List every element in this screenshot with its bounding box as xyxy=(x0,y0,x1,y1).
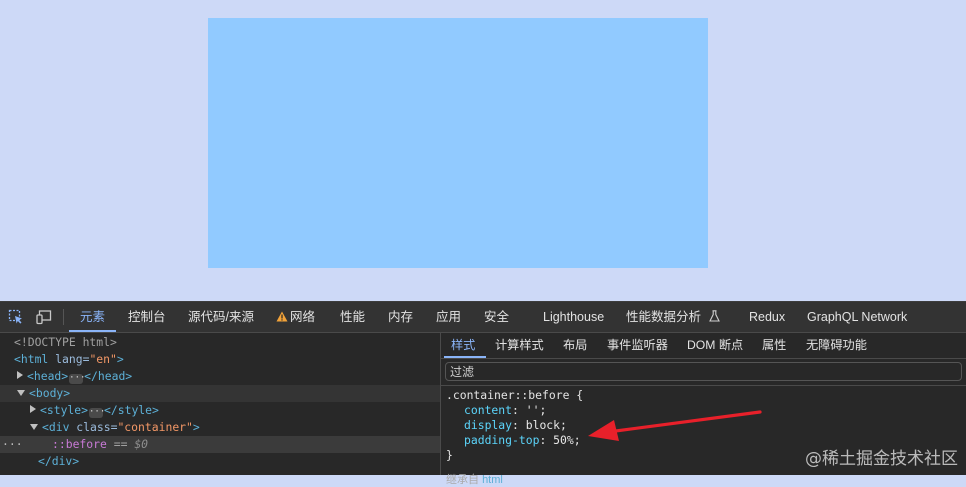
devtools-tabbar: 元素 控制台 源代码/来源 网络 性能 内存 应用 安全 Lighthouse … xyxy=(0,302,966,333)
tab-lighthouse[interactable]: Lighthouse xyxy=(543,302,604,332)
tab-elements[interactable]: 元素 xyxy=(80,302,105,332)
inherited-tag[interactable]: html xyxy=(482,474,503,486)
pseudo-element: ::before xyxy=(52,437,107,451)
filter-input[interactable] xyxy=(446,363,961,380)
watermark-text: @稀土掘金技术社区 xyxy=(805,449,958,469)
tab-security[interactable]: 安全 xyxy=(484,302,509,332)
expand-triangle-icon[interactable] xyxy=(30,405,36,413)
dom-node-style[interactable]: <style>···</style> xyxy=(0,402,440,419)
tab-performance-insights[interactable]: 性能数据分析 xyxy=(626,302,720,332)
subtab-event-listeners[interactable]: 事件监听器 xyxy=(607,333,668,358)
tab-redux[interactable]: Redux xyxy=(749,302,785,332)
styles-filter xyxy=(445,362,962,381)
tab-application[interactable]: 应用 xyxy=(436,302,461,332)
collapsed-ellipsis-icon[interactable]: ··· xyxy=(69,374,85,384)
tab-memory[interactable]: 内存 xyxy=(388,302,413,332)
css-declaration-display[interactable]: display: block; xyxy=(464,418,567,433)
html-tag-bracket: > xyxy=(116,352,124,366)
div-attr-name: class= xyxy=(69,420,118,434)
rule-separator xyxy=(441,385,966,386)
subtab-layout[interactable]: 布局 xyxy=(563,333,587,358)
subtab-styles[interactable]: 样式 xyxy=(451,333,475,358)
css-prop-display: display xyxy=(464,418,513,432)
subtab-dom-breakpoints[interactable]: DOM 断点 xyxy=(687,333,743,358)
dom-node-before-selected[interactable]: ··· ::before == $0 xyxy=(0,436,440,453)
css-declaration-padding-top[interactable]: padding-top: 50%; xyxy=(464,433,581,448)
body-tag-open: <body> xyxy=(29,386,71,400)
styles-subtabs: 样式 计算样式 布局 事件监听器 DOM 断点 属性 无障碍功能 xyxy=(441,333,966,359)
head-tag-open: <head> xyxy=(27,369,69,383)
active-subtab-indicator xyxy=(444,356,486,358)
doctype-text: <!DOCTYPE html> xyxy=(14,335,117,349)
tab-graphql-network[interactable]: GraphQL Network xyxy=(807,302,907,332)
dom-node-html[interactable]: <html lang="en"> xyxy=(0,351,440,368)
subtab-accessibility[interactable]: 无障碍功能 xyxy=(806,333,867,358)
css-val-display: block; xyxy=(525,418,567,432)
div-tag-open: <div xyxy=(42,420,70,434)
tab-network[interactable]: 网络 xyxy=(276,302,315,332)
dom-node-head[interactable]: <head>···</head> xyxy=(0,368,440,385)
inherited-label: 继承自 xyxy=(446,474,479,486)
flask-icon xyxy=(708,310,720,322)
selected-ref: $0 xyxy=(134,437,149,451)
selected-equals: == xyxy=(106,437,135,451)
css-declaration-content[interactable]: content: ''; xyxy=(464,403,546,418)
style-tag-open: <style> xyxy=(40,403,89,417)
css-prop-padding-top: padding-top xyxy=(464,433,540,447)
head-tag-close: </head> xyxy=(84,369,133,383)
html-attr-value: "en" xyxy=(89,352,117,366)
style-tag-close: </style> xyxy=(104,403,159,417)
tab-console[interactable]: 控制台 xyxy=(128,302,166,332)
tab-network-label: 网络 xyxy=(290,310,316,324)
css-rule-close: } xyxy=(446,448,453,462)
dom-node-body[interactable]: <body> xyxy=(0,385,440,402)
toolbar-separator xyxy=(63,309,64,325)
container-box xyxy=(208,18,708,268)
expand-triangle-icon[interactable] xyxy=(17,371,23,379)
dom-node-doctype[interactable]: <!DOCTYPE html> xyxy=(0,334,440,351)
inherited-from: 继承自 html xyxy=(446,471,503,487)
div-attr-value: "container" xyxy=(117,420,193,434)
page-viewport xyxy=(0,0,966,301)
tab-sources[interactable]: 源代码/来源 xyxy=(188,302,254,332)
html-attr-name: lang= xyxy=(48,352,90,366)
subtab-computed[interactable]: 计算样式 xyxy=(495,333,544,358)
css-selector[interactable]: .container::before { xyxy=(446,388,583,403)
active-tab-indicator xyxy=(69,330,116,332)
device-toolbar-icon[interactable] xyxy=(36,309,52,325)
dom-tree: <!DOCTYPE html> <html lang="en"> <head>·… xyxy=(0,333,440,475)
row-menu-dots-icon[interactable]: ··· xyxy=(2,436,23,453)
tab-performance-insights-label: 性能数据分析 xyxy=(626,310,702,324)
collapsed-ellipsis-icon[interactable]: ··· xyxy=(89,408,105,418)
css-val-content: ''; xyxy=(525,403,547,417)
div-tag-bracket: > xyxy=(192,420,200,434)
inspect-element-icon[interactable] xyxy=(8,309,24,325)
css-prop-content: content xyxy=(464,403,513,417)
collapse-triangle-icon[interactable] xyxy=(17,390,25,396)
warning-icon xyxy=(276,311,288,322)
div-tag-close: </div> xyxy=(38,454,80,468)
tab-performance[interactable]: 性能 xyxy=(340,302,365,332)
collapse-triangle-icon[interactable] xyxy=(30,424,38,430)
dom-node-div-container[interactable]: <div class="container"> xyxy=(0,419,440,436)
subtab-properties[interactable]: 属性 xyxy=(762,333,786,358)
dom-node-div-close[interactable]: </div> xyxy=(0,453,440,470)
html-tag-open: <html xyxy=(14,352,49,366)
css-val-padding-top: 50%; xyxy=(553,433,581,447)
